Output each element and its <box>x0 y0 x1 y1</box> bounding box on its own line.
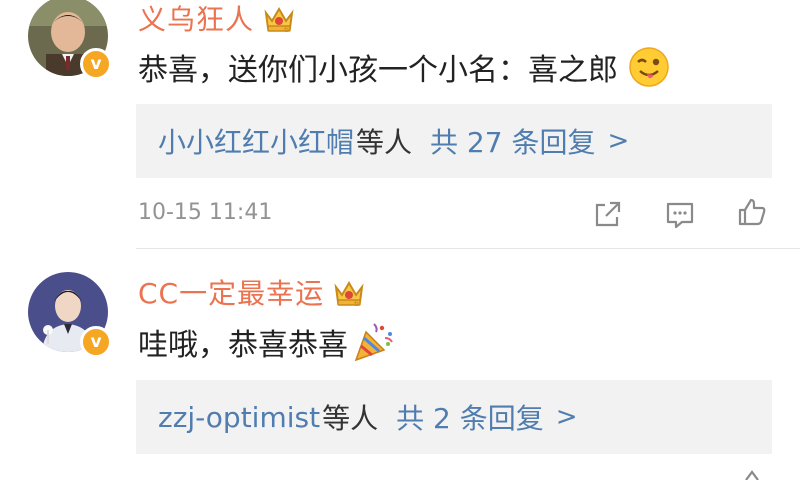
reply-count-link[interactable]: 共 2 条回复 <box>396 397 544 437</box>
reply-users-suffix: 等人 <box>356 126 413 159</box>
vip-crown-icon: 6 <box>264 7 294 33</box>
comment-text: 哇哦，恭喜恭喜 <box>138 328 348 363</box>
comment-icon[interactable] <box>664 198 696 230</box>
verified-badge-icon: v <box>80 48 112 80</box>
svg-text:6: 6 <box>284 25 289 33</box>
party-popper-emoji <box>354 323 393 362</box>
username[interactable]: CC一定最幸运 <box>138 272 324 312</box>
timestamp: 10-15 11:41 <box>138 200 273 225</box>
share-icon[interactable] <box>592 198 624 230</box>
share-icon[interactable] <box>736 468 768 480</box>
winking-tongue-emoji <box>629 47 669 87</box>
reply-summary-box[interactable]: 小小红红小红帽 等人 共 27 条回复 > <box>136 104 772 178</box>
comment-text: 恭喜，送你们小孩一个小名：喜之郎 <box>138 53 618 88</box>
chevron-right-icon: > <box>555 402 578 432</box>
vip-crown-icon: 6 <box>334 281 364 307</box>
like-icon[interactable] <box>736 196 768 228</box>
verified-badge-icon: v <box>80 326 112 358</box>
reply-count-link[interactable]: 共 27 条回复 <box>430 121 595 161</box>
svg-text:6: 6 <box>354 299 359 307</box>
reply-users-link[interactable]: zzj-optimist <box>158 401 320 434</box>
chevron-right-icon: > <box>607 126 630 156</box>
reply-summary-box[interactable]: zzj-optimist 等人 共 2 条回复 > <box>136 380 772 454</box>
comment-divider <box>136 248 800 249</box>
reply-users-link[interactable]: 小小红红小红帽 <box>158 121 354 161</box>
reply-users-suffix: 等人 <box>322 402 379 435</box>
username[interactable]: 义乌狂人 <box>138 0 254 38</box>
